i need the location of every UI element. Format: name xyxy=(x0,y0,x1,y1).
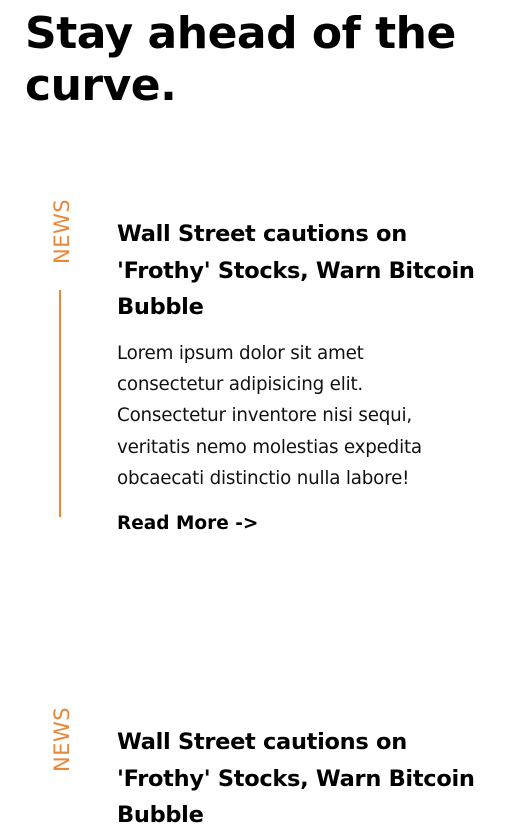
category-label-wrapper: NEWS xyxy=(49,698,75,778)
category-label-wrapper: NEWS xyxy=(49,190,75,270)
category-label: NEWS xyxy=(50,706,74,772)
article-excerpt: Lorem ipsum dolor sit amet consectetur a… xyxy=(117,343,422,489)
accent-divider-line xyxy=(59,290,61,517)
read-more-link[interactable]: Read More -> xyxy=(117,510,258,538)
category-label: NEWS xyxy=(50,198,74,264)
article-headline: Wall Street cautions on 'Frothy' Stocks,… xyxy=(117,729,475,828)
article-headline: Wall Street cautions on 'Frothy' Stocks,… xyxy=(117,221,475,320)
page-title: Stay ahead of the curve. xyxy=(25,8,456,111)
